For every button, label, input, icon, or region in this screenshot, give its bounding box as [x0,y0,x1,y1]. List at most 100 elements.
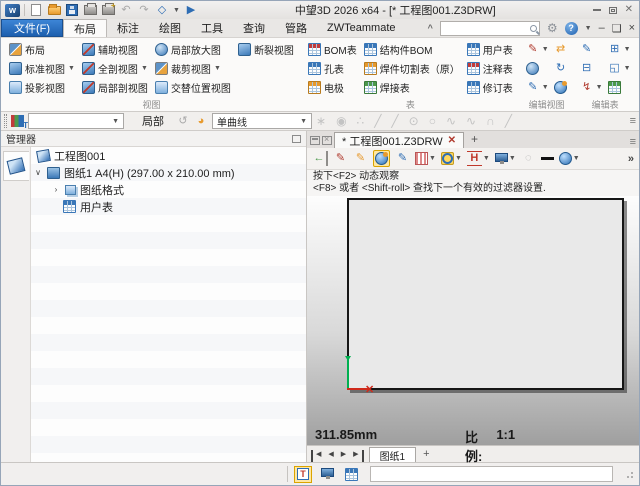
manager-pin-icon[interactable] [292,135,301,143]
expand-chevron-icon[interactable]: › [51,185,61,194]
help-dropdown-icon[interactable]: ▼ [585,25,592,32]
tab-list-icon[interactable]: ≡ [630,136,636,148]
hole-table-button[interactable]: 孔表 [305,59,360,78]
doc-restore-icon[interactable] [310,136,320,145]
snap-arc-icon[interactable]: ∩ [486,114,495,128]
projection-view-button[interactable]: 投影视图 [6,78,78,97]
selection-filter-combo[interactable]: ▼ [28,113,124,129]
first-sheet-icon[interactable]: ◀ [311,450,324,462]
resize-grip[interactable] [625,470,634,479]
alternate-position-button[interactable]: 交替位置视图 [152,78,234,97]
sheet-manager-tab[interactable] [3,151,29,181]
pen-ruler-icon[interactable]: ✎ [395,151,410,166]
undo-button[interactable]: ↶ [119,4,133,17]
weldment-cutlist-button[interactable]: 焊件切割表（原） [361,59,463,78]
help-icon[interactable]: ? [565,22,578,35]
mdi-close-icon[interactable]: × [629,22,635,34]
display-toggle[interactable] [318,466,336,483]
open-file-button[interactable] [47,4,61,17]
electrode-button[interactable]: 电极 [305,78,360,97]
brush-icon[interactable]: ✎ [353,151,368,166]
dropdown-icon[interactable]: ▼ [68,65,75,72]
tree-item-user-table[interactable]: 用户表 [31,198,306,215]
toolbar-overflow-icon[interactable]: ≡ [630,115,636,127]
shaded-view-button[interactable]: ▼ [559,152,580,165]
tab-tools[interactable]: 工具 [191,19,233,37]
tree-item-drawing[interactable]: 工程图001 [31,147,306,164]
snap-curve-icon[interactable]: ∿ [446,114,456,128]
toolbar-drag-handle[interactable] [4,114,7,128]
detail-view-button[interactable]: 局部放大图 [152,40,234,59]
dropdown-icon[interactable]: ▼ [624,46,631,53]
broken-view-button[interactable]: 断裂视图 [235,40,297,59]
dropdown-icon[interactable]: ▼ [596,84,603,91]
select-cells-button[interactable]: ⊞▼ [606,40,633,59]
curve-type-combo[interactable]: 单曲线▼ [212,113,312,129]
exit-icon[interactable]: ← [313,151,328,166]
annotation-table-button[interactable]: 注释表 [464,59,516,78]
dropdown-icon[interactable]: ▼ [573,155,580,162]
dynamic-view-button-active[interactable] [373,150,390,167]
settings-gear-icon[interactable]: ⚙ [547,22,558,34]
regen-button[interactable]: ◇ [155,4,169,17]
document-tab[interactable]: * 工程图001.Z3DRW ✕ [334,132,464,148]
status-input[interactable] [370,466,613,482]
tab-annotation[interactable]: 标注 [107,19,149,37]
pattern-button[interactable]: ▼ [415,152,436,165]
drawing-viewport[interactable]: ✕ 311.85mm 比例: 1:1 [307,196,639,445]
tab-layout[interactable]: 布局 [63,19,107,37]
layer-button[interactable]: ▼ [441,152,462,165]
redo-button[interactable]: ↷ [137,4,151,17]
dropdown-icon[interactable]: ▼ [141,65,148,72]
dropdown-icon[interactable]: ▼ [214,65,221,72]
minimize-icon[interactable] [593,9,601,11]
resize-table-button[interactable]: ◱▼ [606,59,633,78]
tab-inquire[interactable]: 查询 [233,19,275,37]
red-pen-icon[interactable]: ✎ [333,151,348,166]
view-brush-button[interactable]: ✎▼ [524,78,551,97]
view-projection-globe-button[interactable] [552,78,570,97]
close-icon[interactable]: ✕ [625,5,633,15]
prev-sheet-icon[interactable]: ◀ [325,450,336,462]
snap-line-icon[interactable]: ╱ [374,114,381,128]
auxiliary-view-button[interactable]: 辅助视图 [79,40,151,59]
hatch-button[interactable]: H▼ [467,151,490,166]
command-search-input[interactable] [443,23,530,34]
crop-view-button[interactable]: 裁剪视图▼ [152,59,234,78]
filter-icon[interactable] [11,115,24,127]
file-menu-button[interactable]: 文件(F) [1,19,63,37]
collapse-ribbon-icon[interactable]: ^ [428,23,433,33]
regen-local-icon[interactable]: ↺ [176,114,190,128]
split-table-button[interactable]: ↯▼ [578,78,605,97]
dropdown-icon[interactable]: ▼ [455,155,462,162]
snap-segment-icon[interactable]: ╱ [391,114,398,128]
rotate-view-button[interactable]: ↻ [552,59,570,78]
insert-cell-button[interactable]: ⊟ [578,59,605,78]
mdi-minimize-icon[interactable]: – [599,22,605,34]
pick-icon[interactable]: ◕ [194,114,208,128]
tab-zwteammate[interactable]: ZWTeammate [317,19,405,37]
snap-points-icon[interactable]: ∴ [357,114,365,128]
snap-spline-icon[interactable]: ∿ [466,114,476,128]
dropdown-icon[interactable]: ▼ [624,65,631,72]
snap-center-icon[interactable]: ⊙ [409,114,419,128]
tree-item-sheet-format[interactable]: › 图纸格式 [31,181,306,198]
collapse-chevron-icon[interactable]: ∨ [33,168,43,177]
drawing-sheet-paper[interactable]: ✕ [347,198,624,390]
dropdown-icon[interactable]: ▼ [483,155,490,162]
display-mode-button[interactable]: ▼ [495,155,516,162]
revision-table-button[interactable]: 修订表 [464,78,516,97]
dropdown-icon[interactable]: ▼ [429,155,436,162]
view-detail-button[interactable] [524,59,551,78]
qat-dropdown-icon[interactable]: ▼ [173,7,180,14]
tree-item-sheet1[interactable]: ∨ 图纸1 A4(H) (297.00 x 210.00 mm) [31,164,306,181]
new-file-button[interactable] [29,4,43,17]
snap-run-icon[interactable]: ◉ [336,114,346,128]
panel-toggle[interactable] [342,466,360,483]
next-sheet-icon[interactable]: ▶ [338,450,349,462]
mdi-restore-icon[interactable]: ❑ [612,22,622,35]
new-document-tab-icon[interactable]: + [466,132,483,148]
snap-tangent-icon[interactable]: ╱ [505,114,512,128]
weld-table-button[interactable]: 焊接表 [361,78,463,97]
layout-button[interactable]: 布局 [6,40,78,59]
